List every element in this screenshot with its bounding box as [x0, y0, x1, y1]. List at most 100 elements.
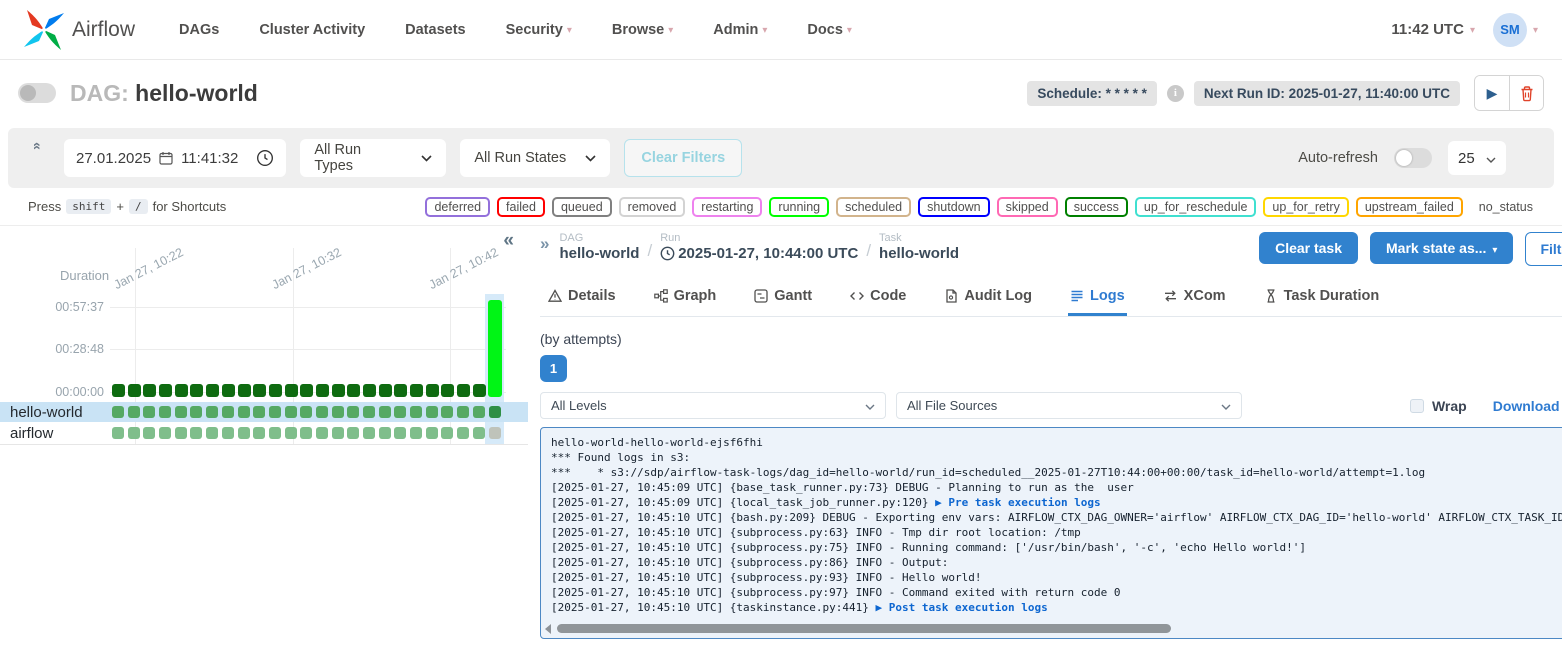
legend-deferred[interactable]: deferred: [425, 197, 490, 217]
dag-run-18[interactable]: [394, 384, 407, 397]
task-row-hello-world[interactable]: hello-world: [0, 402, 528, 422]
nav-browse[interactable]: Browse▾: [612, 22, 673, 38]
legend-running[interactable]: running: [769, 197, 829, 217]
tab-gantt[interactable]: Gantt: [752, 280, 814, 316]
task-instance-hello-world-11[interactable]: [285, 406, 297, 418]
breadcrumb-dag-value[interactable]: hello-world: [559, 245, 639, 262]
task-instance-hello-world-22[interactable]: [457, 406, 469, 418]
tab-logs[interactable]: Logs: [1068, 280, 1127, 316]
tab-task-duration[interactable]: Task Duration: [1262, 280, 1382, 316]
task-instance-airflow-10[interactable]: [269, 427, 281, 439]
task-instance-airflow-16[interactable]: [363, 427, 375, 439]
nav-cluster-activity[interactable]: Cluster Activity: [259, 22, 365, 38]
dag-run-6[interactable]: [206, 384, 219, 397]
log-levels-select[interactable]: All Levels: [540, 392, 886, 419]
dag-run-0[interactable]: [112, 384, 125, 397]
dag-run-8[interactable]: [238, 384, 251, 397]
breadcrumb-task-value[interactable]: hello-world: [879, 245, 959, 262]
dag-run-22[interactable]: [457, 384, 470, 397]
wrap-checkbox[interactable]: [1410, 399, 1424, 413]
dag-run-5[interactable]: [190, 384, 203, 397]
task-instance-hello-world-3[interactable]: [159, 406, 171, 418]
task-instance-airflow-13[interactable]: [316, 427, 328, 439]
airflow-logo[interactable]: Airflow: [24, 10, 135, 50]
legend-queued[interactable]: queued: [552, 197, 612, 217]
task-name[interactable]: hello-world: [0, 404, 104, 421]
task-instance-airflow-3[interactable]: [159, 427, 171, 439]
dag-run-20[interactable]: [426, 384, 439, 397]
dag-run-12[interactable]: [300, 384, 313, 397]
scrollbar-thumb[interactable]: [557, 624, 1171, 633]
legend-up_for_reschedule[interactable]: up_for_reschedule: [1135, 197, 1257, 217]
task-instance-airflow-9[interactable]: [253, 427, 265, 439]
dag-run-15[interactable]: [347, 384, 360, 397]
download-link[interactable]: Download: [1493, 398, 1560, 414]
legend-skipped[interactable]: skipped: [997, 197, 1058, 217]
collapse-grid-icon[interactable]: «: [503, 230, 514, 252]
dag-run-10[interactable]: [269, 384, 282, 397]
task-instance-hello-world-14[interactable]: [332, 406, 344, 418]
trigger-dag-button[interactable]: ▶: [1475, 76, 1509, 110]
task-instance-hello-world-9[interactable]: [253, 406, 265, 418]
nav-datasets[interactable]: Datasets: [405, 22, 465, 38]
legend-no_status[interactable]: no_status: [1470, 197, 1542, 217]
legend-restarting[interactable]: restarting: [692, 197, 762, 217]
task-instance-airflow-6[interactable]: [206, 427, 218, 439]
task-instance-hello-world-13[interactable]: [316, 406, 328, 418]
dag-pause-toggle[interactable]: [18, 83, 56, 103]
task-instance-hello-world-23[interactable]: [473, 406, 485, 418]
wrap-toggle[interactable]: Wrap: [1410, 398, 1467, 414]
legend-shutdown[interactable]: shutdown: [918, 197, 990, 217]
dag-run-11[interactable]: [285, 384, 298, 397]
task-instance-hello-world-16[interactable]: [363, 406, 375, 418]
task-instance-hello-world-4[interactable]: [175, 406, 187, 418]
task-instance-hello-world-19[interactable]: [410, 406, 422, 418]
task-instance-airflow-24[interactable]: [489, 427, 501, 439]
selected-run-bar[interactable]: [488, 300, 502, 397]
task-instance-hello-world-2[interactable]: [143, 406, 155, 418]
task-name[interactable]: airflow: [0, 425, 104, 442]
timezone-dropdown[interactable]: 11:42 UTC ▾: [1391, 21, 1475, 38]
log-collapse-link[interactable]: ▶ Post task execution logs: [876, 601, 1048, 614]
task-instance-hello-world-15[interactable]: [347, 406, 359, 418]
base-date-input[interactable]: 27.01.2025 11:41:32: [64, 139, 286, 177]
log-collapse-link[interactable]: ▶ Pre task execution logs: [935, 496, 1101, 509]
task-row-airflow[interactable]: airflow: [0, 423, 528, 443]
tab-code[interactable]: Code: [848, 280, 908, 316]
task-instance-hello-world-5[interactable]: [190, 406, 202, 418]
info-icon[interactable]: i: [1167, 85, 1184, 102]
task-instance-hello-world-7[interactable]: [222, 406, 234, 418]
legend-upstream_failed[interactable]: upstream_failed: [1356, 197, 1463, 217]
task-instance-airflow-7[interactable]: [222, 427, 234, 439]
task-instance-hello-world-20[interactable]: [426, 406, 438, 418]
legend-removed[interactable]: removed: [619, 197, 686, 217]
dag-run-13[interactable]: [316, 384, 329, 397]
task-instance-airflow-14[interactable]: [332, 427, 344, 439]
task-instance-airflow-22[interactable]: [457, 427, 469, 439]
legend-failed[interactable]: failed: [497, 197, 545, 217]
run-types-select[interactable]: All Run Types: [300, 139, 446, 177]
legend-success[interactable]: success: [1065, 197, 1128, 217]
task-instance-airflow-21[interactable]: [441, 427, 453, 439]
tab-details[interactable]: Details: [546, 280, 618, 316]
nav-security[interactable]: Security▾: [506, 22, 572, 38]
task-instance-hello-world-10[interactable]: [269, 406, 281, 418]
task-instance-hello-world-8[interactable]: [238, 406, 250, 418]
tab-graph[interactable]: Graph: [652, 280, 719, 316]
dag-run-3[interactable]: [159, 384, 172, 397]
dag-run-23[interactable]: [473, 384, 486, 397]
tab-audit-log[interactable]: Audit Log: [942, 280, 1034, 316]
task-instance-hello-world-12[interactable]: [300, 406, 312, 418]
task-instance-airflow-8[interactable]: [238, 427, 250, 439]
task-instance-airflow-18[interactable]: [394, 427, 406, 439]
tab-xcom[interactable]: XCom: [1161, 280, 1228, 316]
auto-refresh-toggle[interactable]: [1394, 148, 1432, 168]
legend-up_for_retry[interactable]: up_for_retry: [1263, 197, 1348, 217]
expand-panel-icon[interactable]: »: [540, 234, 549, 254]
task-instance-hello-world-18[interactable]: [394, 406, 406, 418]
legend-scheduled[interactable]: scheduled: [836, 197, 911, 217]
task-instance-hello-world-24[interactable]: [489, 406, 501, 418]
collapse-filters-icon[interactable]: «: [30, 142, 46, 150]
task-instance-hello-world-6[interactable]: [206, 406, 218, 418]
dag-run-9[interactable]: [253, 384, 266, 397]
